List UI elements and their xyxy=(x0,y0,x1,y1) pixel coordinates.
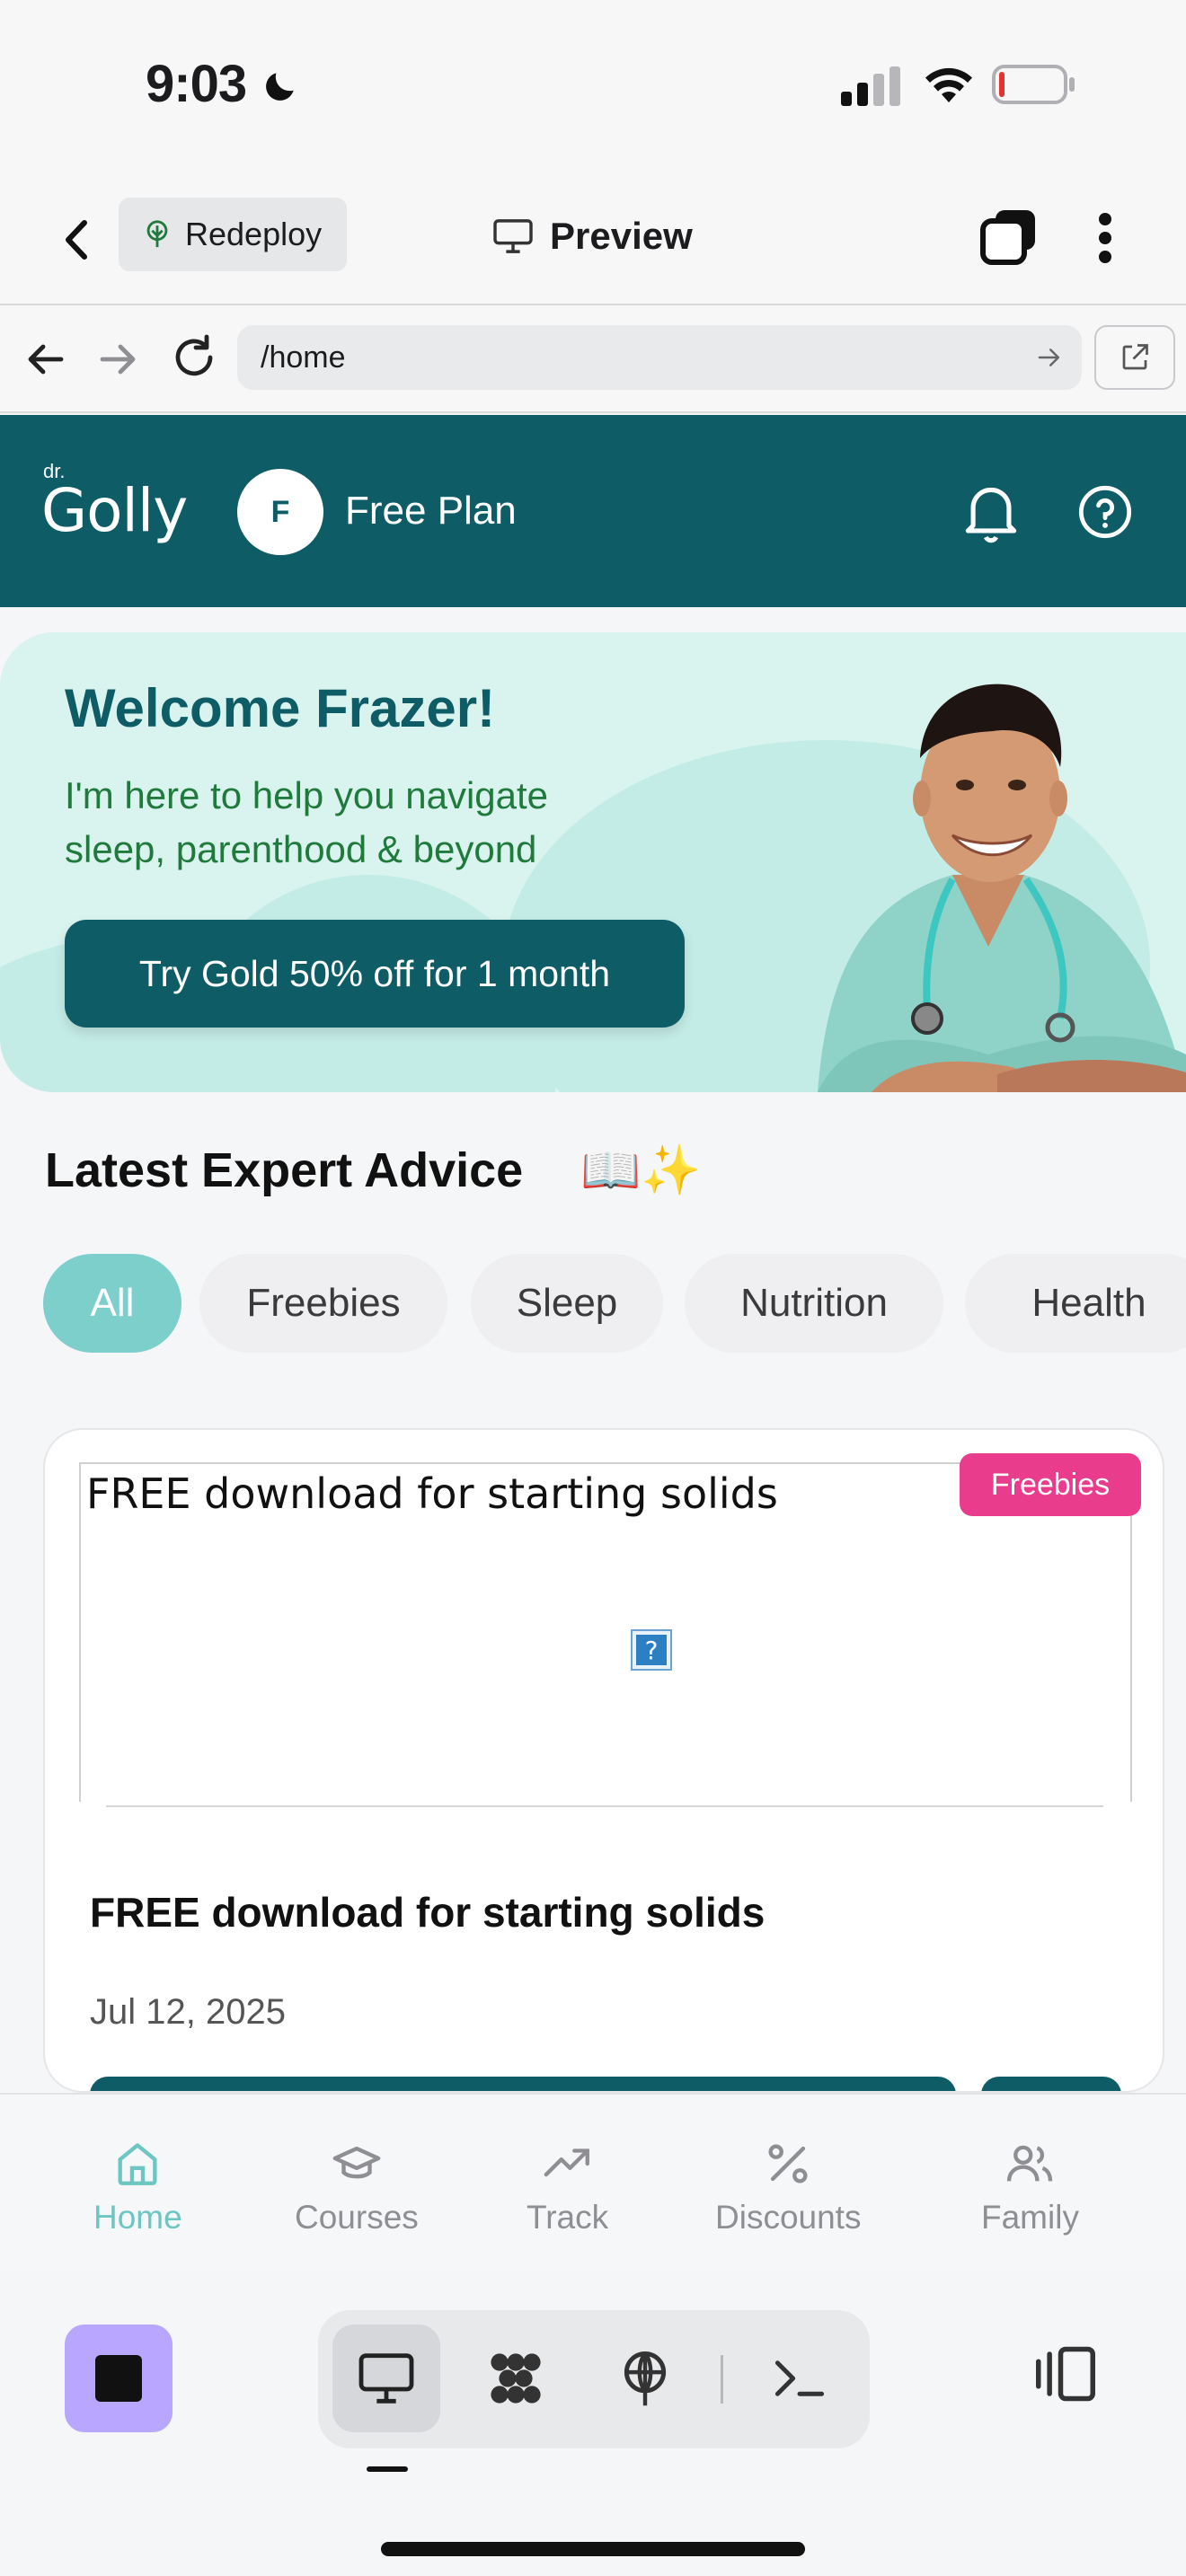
welcome-subtitle: I'm here to help you navigate sleep, par… xyxy=(65,774,549,870)
card-title[interactable]: FREE download for starting solids xyxy=(90,1888,765,1936)
panel-toggle-icon[interactable] xyxy=(1033,2344,1098,2404)
deploy-icon xyxy=(146,220,168,248)
tabs-icon xyxy=(980,210,1035,265)
terminal-icon xyxy=(774,2360,825,2396)
chevron-left-icon xyxy=(66,220,87,260)
try-gold-button[interactable]: Try Gold 50% off for 1 month xyxy=(65,920,685,1028)
filter-chip-sleep[interactable]: Sleep xyxy=(471,1254,663,1353)
external-link-icon xyxy=(1122,344,1148,370)
cellular-signal-icon xyxy=(841,66,900,106)
broken-image-icon: ? xyxy=(631,1629,672,1671)
card-primary-button[interactable] xyxy=(90,2077,956,2091)
tab-family[interactable]: Family xyxy=(981,2138,1079,2236)
logo-text: Golly xyxy=(41,476,188,545)
tab-home[interactable]: Home xyxy=(93,2138,182,2236)
agent-icon xyxy=(491,2353,541,2404)
filter-chip-health[interactable]: Health xyxy=(965,1254,1186,1353)
category-badge: Freebies xyxy=(960,1453,1141,1516)
more-button[interactable] xyxy=(1087,207,1123,269)
bell-icon[interactable] xyxy=(960,480,1022,546)
preview-title: Preview xyxy=(492,205,693,268)
section-title: Latest Expert Advice xyxy=(45,1143,524,1197)
battery-low-icon xyxy=(992,65,1075,104)
filter-chip-nutrition[interactable]: Nutrition xyxy=(685,1254,943,1353)
home-indicator xyxy=(381,2542,805,2556)
help-circle-icon[interactable] xyxy=(1076,483,1134,541)
tab-discounts[interactable]: Discounts xyxy=(715,2138,861,2236)
tab-label: Discounts xyxy=(715,2199,862,2236)
filter-chip-all[interactable]: All xyxy=(43,1254,181,1353)
article-card[interactable]: FREE download for starting solids ? Free… xyxy=(43,1428,1164,2093)
bottom-tab-bar: Home Courses Track Discounts Family xyxy=(0,2093,1186,2271)
image-border xyxy=(108,1462,1105,1464)
wifi-icon xyxy=(925,67,972,102)
editor-dock xyxy=(0,2271,1186,2576)
welcome-title: Welcome Frazer! xyxy=(65,678,496,738)
redeploy-button[interactable]: Redeploy xyxy=(119,198,347,271)
tab-label: Courses xyxy=(295,2199,419,2236)
tab-track[interactable]: Track xyxy=(527,2138,608,2236)
shell-view-button[interactable] xyxy=(746,2325,854,2432)
preview-label: Preview xyxy=(550,215,693,257)
arrow-right-icon[interactable] xyxy=(95,336,142,383)
card-date: Jul 12, 2025 xyxy=(90,1992,286,2032)
app-toolbar: Redeploy Preview xyxy=(0,171,1186,305)
tab-label: Track xyxy=(527,2199,609,2236)
trending-up-icon xyxy=(544,2148,589,2177)
open-external-button[interactable] xyxy=(1094,325,1175,390)
welcome-banner: Welcome Frazer! I'm here to help you nav… xyxy=(0,632,1186,1092)
users-icon xyxy=(1007,2145,1053,2182)
deploy-icon xyxy=(624,2351,667,2406)
tabs-button[interactable] xyxy=(979,207,1039,266)
svg-text:?: ? xyxy=(645,1636,659,1665)
tab-courses[interactable]: Courses xyxy=(295,2138,419,2236)
arrow-left-icon[interactable] xyxy=(22,336,68,383)
filter-chips: All Freebies Sleep Nutrition Health xyxy=(43,1254,1186,1354)
agent-view-button[interactable] xyxy=(462,2325,570,2432)
stop-icon xyxy=(95,2355,142,2402)
url-text: /home xyxy=(261,340,346,375)
tab-label: Family xyxy=(981,2199,1079,2236)
url-field[interactable]: /home xyxy=(237,325,1082,390)
avatar[interactable]: F xyxy=(237,469,323,555)
moon-icon xyxy=(266,73,294,101)
app-header: dr. Golly F Free Plan xyxy=(0,415,1186,607)
status-time: 9:03 xyxy=(146,55,247,113)
go-arrow-icon[interactable] xyxy=(1035,343,1064,372)
book-sparkles-emoji: 📖✨ xyxy=(580,1143,702,1197)
percent-icon xyxy=(768,2144,808,2183)
browser-bar: /home xyxy=(0,305,1186,413)
divider xyxy=(721,2355,723,2404)
reload-icon[interactable] xyxy=(169,332,219,383)
stop-button[interactable] xyxy=(65,2325,173,2432)
card-divider xyxy=(106,1805,1103,1807)
redeploy-label: Redeploy xyxy=(185,216,323,252)
more-vertical-icon xyxy=(1099,213,1111,263)
tab-label: Home xyxy=(93,2199,182,2236)
doctor-portrait xyxy=(818,684,1186,1092)
back-button[interactable] xyxy=(50,208,104,271)
card-secondary-button[interactable] xyxy=(981,2077,1121,2091)
image-alt-text: FREE download for starting solids xyxy=(86,1469,778,1518)
status-bar: 9:03 xyxy=(0,0,1186,171)
monitor-icon xyxy=(493,219,533,253)
filter-chip-freebies[interactable]: Freebies xyxy=(199,1254,447,1353)
home-icon xyxy=(118,2143,157,2185)
preview-view-button[interactable] xyxy=(332,2325,440,2432)
view-switcher xyxy=(318,2310,870,2448)
plan-label[interactable]: Free Plan xyxy=(345,489,517,534)
graduation-cap-icon xyxy=(332,2146,381,2179)
active-view-indicator xyxy=(367,2466,408,2472)
deploy-view-button[interactable] xyxy=(591,2325,699,2432)
monitor-icon xyxy=(358,2353,414,2404)
